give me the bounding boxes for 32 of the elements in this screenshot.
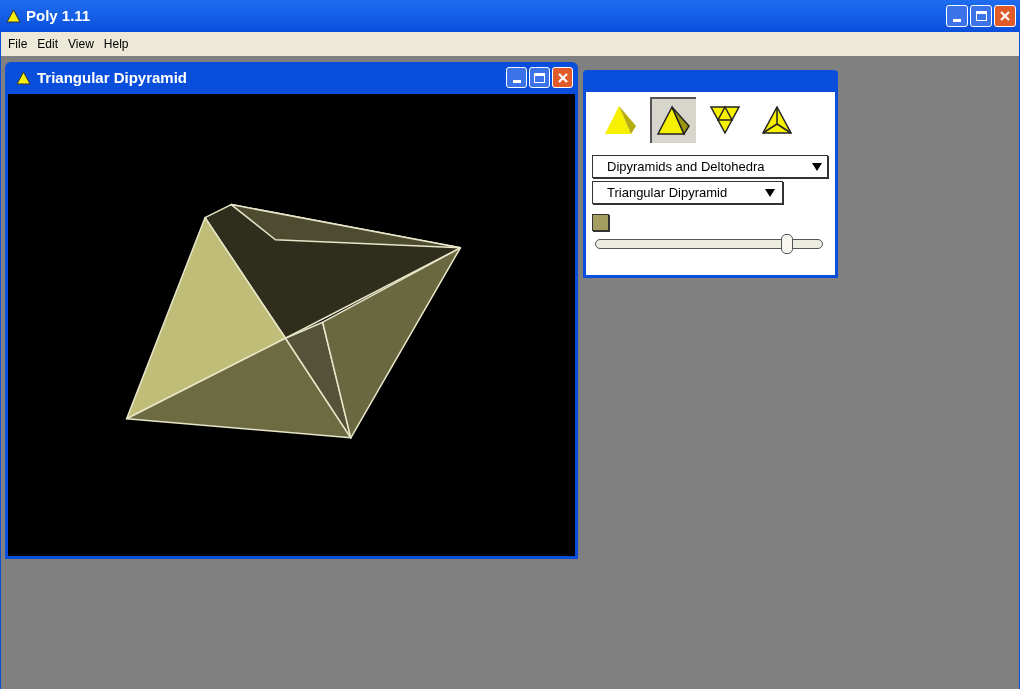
maximize-button[interactable] — [529, 67, 550, 89]
minimize-button[interactable] — [946, 5, 968, 27]
menu-item[interactable]: File — [3, 35, 33, 53]
dropdown-arrow-icon — [765, 188, 775, 197]
maximize-button[interactable] — [970, 5, 992, 27]
menu-item[interactable]: View — [63, 35, 99, 53]
pyramid-icon — [603, 104, 639, 136]
slider-thumb[interactable] — [780, 234, 793, 254]
maximize-icon — [534, 72, 545, 83]
window-title: Poly 1.11 — [26, 5, 91, 26]
menu-item[interactable]: Help — [98, 35, 134, 53]
close-icon — [999, 10, 1011, 22]
close-button[interactable] — [552, 67, 573, 89]
pyramid-icon — [655, 105, 693, 137]
maximize-icon — [975, 11, 987, 21]
triangle-vertex-icon — [761, 105, 793, 135]
menu-item[interactable]: Edit — [32, 35, 64, 53]
dropdown-arrow-icon — [812, 162, 822, 171]
shape-tool-button[interactable] — [650, 97, 696, 143]
triangle-icon — [6, 9, 21, 23]
close-icon — [556, 71, 569, 84]
shape-dropdown[interactable]: Triangular Dipyramid — [592, 181, 783, 204]
slider-track[interactable] — [595, 233, 823, 255]
window-title: Triangular Dipyramid — [37, 67, 188, 88]
minimize-button[interactable] — [506, 67, 527, 89]
minimize-icon — [953, 19, 961, 22]
triangle-icon — [16, 70, 31, 85]
color-swatch[interactable] — [592, 214, 609, 231]
close-button[interactable] — [994, 5, 1016, 27]
triangle-net-icon — [709, 105, 741, 135]
family-dropdown[interactable]: Dipyramids and Deltohedra — [592, 155, 828, 178]
minimize-icon — [512, 80, 521, 84]
